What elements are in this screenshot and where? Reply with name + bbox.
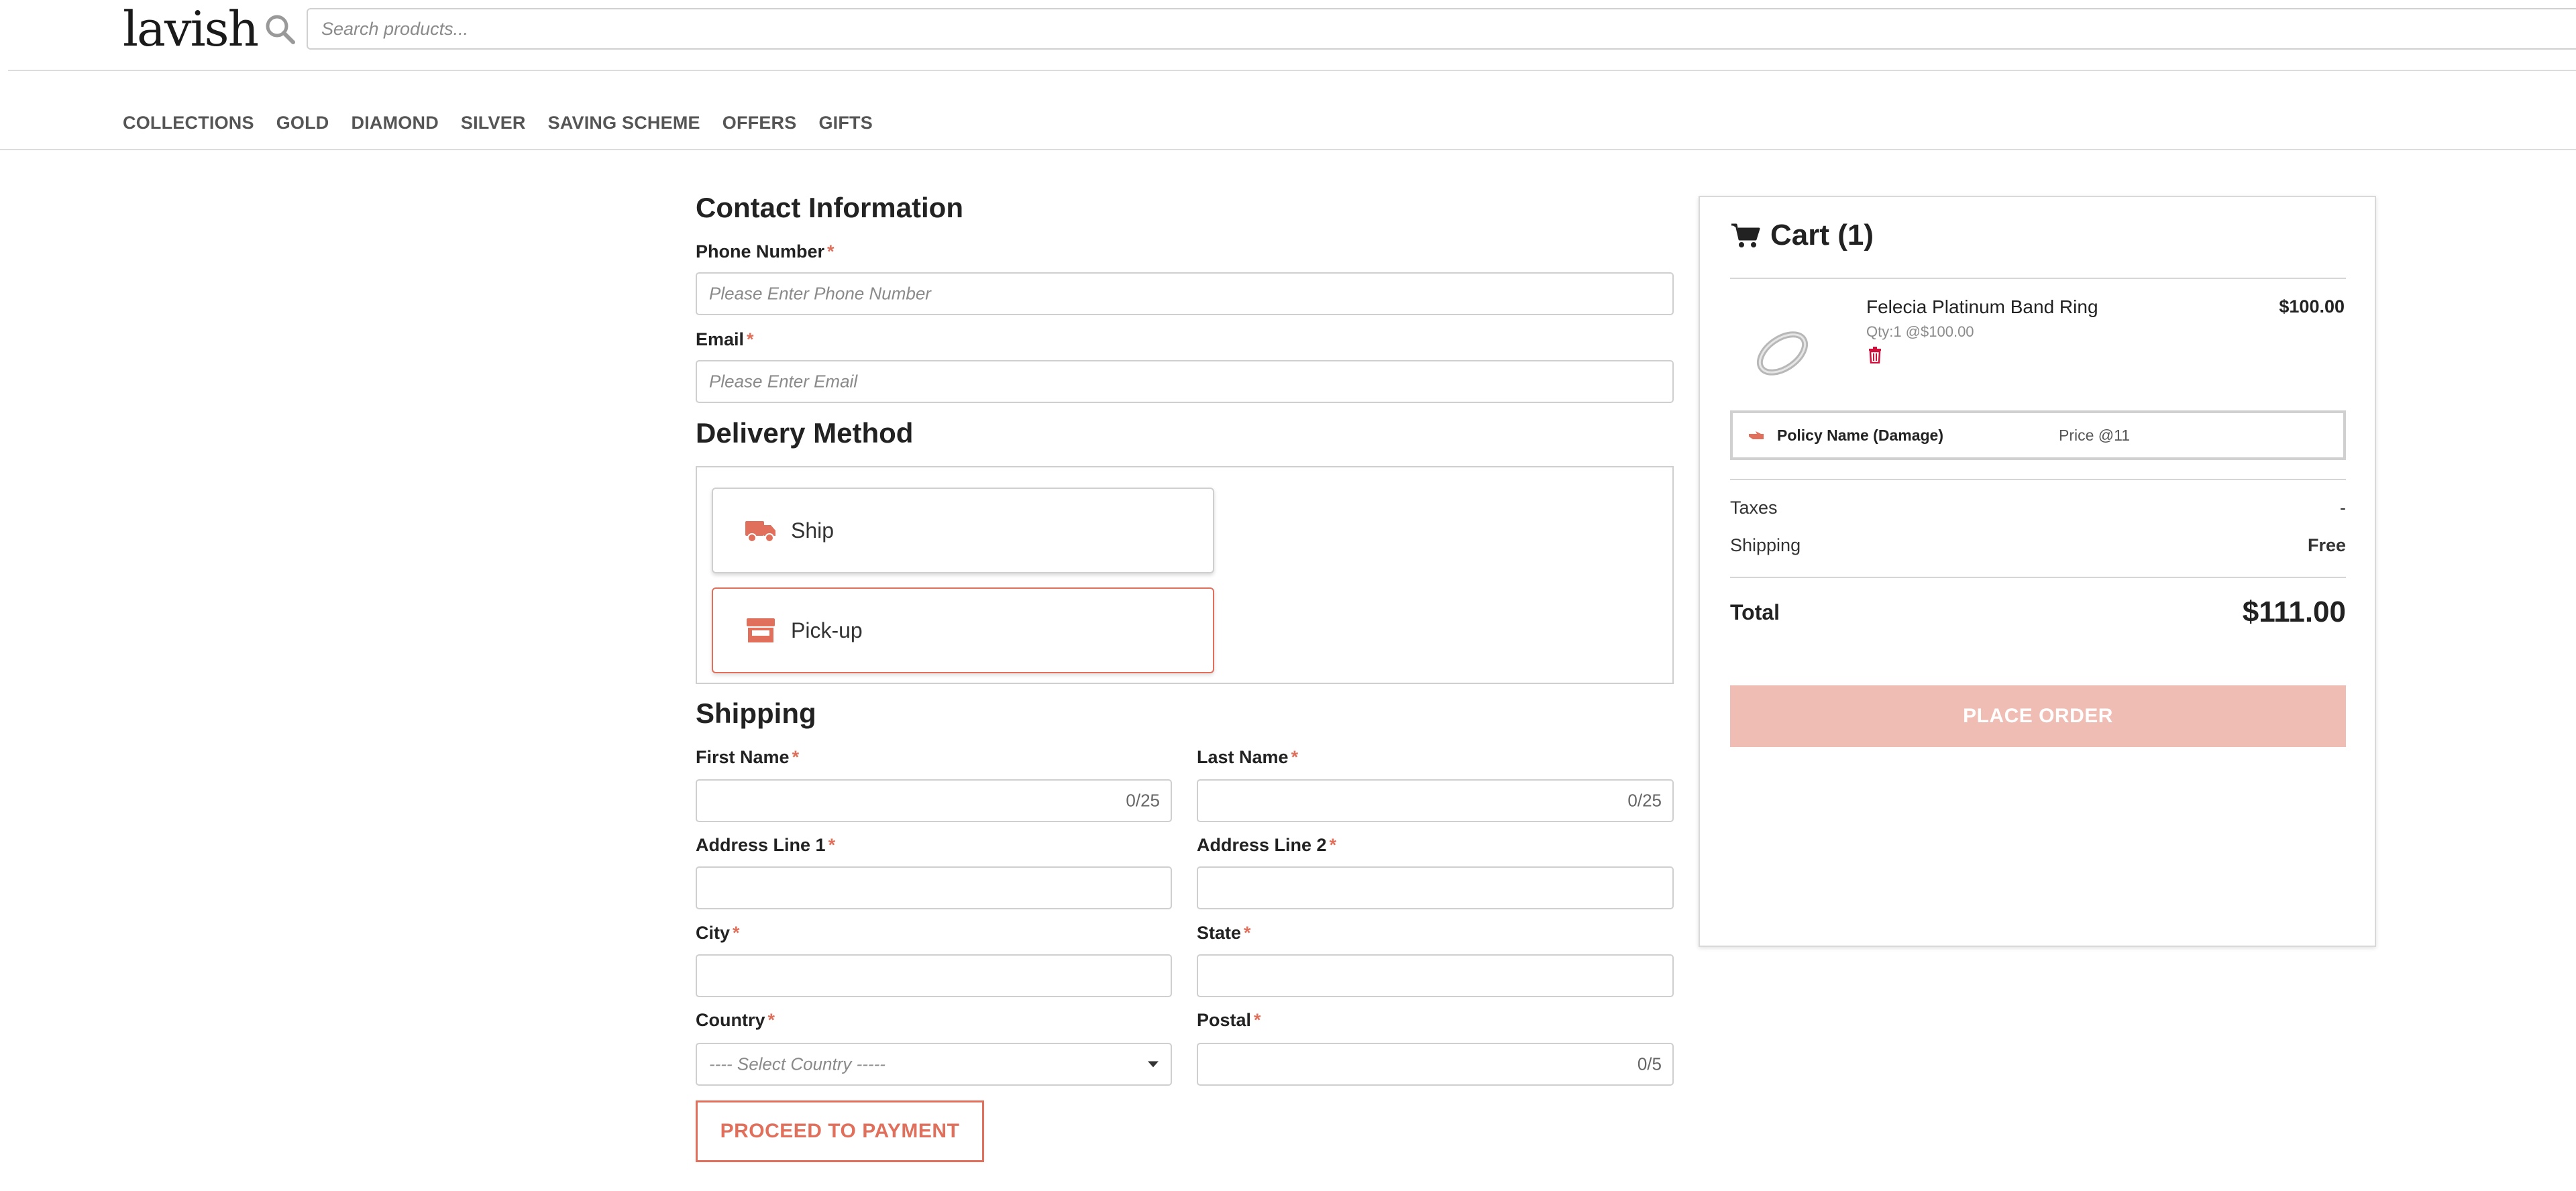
postal-counter: 0/5 [1637,1054,1662,1074]
required-mark: * [828,835,836,855]
required-mark: * [767,1010,775,1030]
first-name-label-text: First Name [696,747,790,767]
cart-icon [1731,223,1760,247]
postal-label-text: Postal [1197,1010,1252,1030]
nav-item-gold[interactable]: GOLD [276,113,329,133]
taxes-value: - [2340,498,2346,518]
address2-label-text: Address Line 2 [1197,835,1327,855]
city-input[interactable] [696,954,1172,997]
cart-divider [1730,577,2346,578]
last-name-label-text: Last Name [1197,747,1289,767]
search-icon[interactable] [263,12,298,47]
nav-item-silver[interactable]: SILVER [461,113,526,133]
ship-label: Ship [791,518,835,543]
phone-label: Phone Number * [696,241,835,262]
postal-input[interactable]: 0/5 [1197,1043,1674,1086]
address1-label-text: Address Line 1 [696,835,826,855]
email-label: Email * [696,329,754,350]
required-mark: * [1244,923,1251,943]
required-mark: * [1291,747,1299,767]
contact-title: Contact Information [696,192,963,223]
nav-divider [0,149,2576,150]
cart-title-text: Cart (1) [1770,219,1874,251]
required-mark: * [1254,1010,1261,1030]
phone-input[interactable]: Please Enter Phone Number [696,272,1674,315]
required-mark: * [747,329,754,349]
shipping-row: Shipping Free [1730,535,2346,556]
truck-icon [745,521,775,543]
first-name-counter: 0/25 [1126,790,1160,811]
required-mark: * [733,923,740,943]
policy-row[interactable]: Policy Name (Damage) Price @11 [1730,410,2346,460]
delivery-option-ship[interactable]: Ship [712,488,1214,573]
state-input[interactable] [1197,954,1674,997]
nav-item-gifts[interactable]: GIFTS [818,113,873,133]
required-mark: * [792,747,800,767]
nav-item-saving-scheme[interactable]: SAVING SCHEME [548,113,700,133]
address2-input[interactable] [1197,866,1674,909]
city-label-text: City [696,923,731,943]
phone-label-text: Phone Number [696,241,825,262]
first-name-input[interactable]: 0/25 [696,779,1172,822]
cart-title: Cart (1) [1730,219,1874,252]
total-row: Total $111.00 [1730,596,2346,629]
chevron-down-icon [1148,1061,1159,1068]
store-icon [747,618,775,642]
policy-name: Policy Name (Damage) [1777,426,1943,444]
cart-panel: Cart (1) Felecia Platinum Band Ring Qty:… [1699,196,2376,947]
required-mark: * [827,241,835,262]
cart-item-price: $100.00 [2279,296,2345,317]
last-name-label: Last Name * [1197,747,1298,768]
cart-divider [1730,278,2346,279]
email-label-text: Email [696,329,745,349]
hand-pointer-icon [1749,431,1764,439]
city-label: City * [696,923,740,944]
email-placeholder: Please Enter Email [709,371,858,392]
total-value: $111.00 [2242,596,2346,628]
country-label: Country * [696,1010,775,1031]
taxes-label: Taxes [1730,498,1778,518]
taxes-row: Taxes - [1730,498,2346,518]
country-label-text: Country [696,1010,765,1030]
policy-price: Price @11 [2059,426,2131,444]
email-input[interactable]: Please Enter Email [696,360,1674,403]
search-box [307,8,2576,50]
country-selected-value: ---- Select Country ----- [709,1054,885,1074]
total-label: Total [1730,600,1780,624]
postal-label: Postal * [1197,1010,1261,1031]
trash-icon[interactable] [1868,346,1882,363]
main-nav: COLLECTIONS GOLD DIAMOND SILVER SAVING S… [123,113,895,133]
shipping-label: Shipping [1730,535,1801,555]
address1-label: Address Line 1 * [696,835,835,856]
address1-input[interactable] [696,866,1172,909]
cart-divider [1730,479,2346,480]
nav-item-collections[interactable]: COLLECTIONS [123,113,254,133]
last-name-counter: 0/25 [1627,790,1662,811]
address2-label: Address Line 2 * [1197,835,1336,856]
required-mark: * [1329,835,1337,855]
header-divider [8,70,2576,71]
first-name-label: First Name * [696,747,799,768]
nav-item-offers[interactable]: OFFERS [722,113,797,133]
delivery-option-pickup[interactable]: Pick-up [712,587,1214,673]
shipping-value: Free [2307,535,2346,555]
country-select[interactable]: ---- Select Country ----- [696,1043,1172,1086]
state-label-text: State [1197,923,1242,943]
ring-product-image[interactable] [1746,315,1819,388]
pickup-label: Pick-up [791,618,863,642]
place-order-button[interactable]: PLACE ORDER [1730,685,2346,747]
brand-logo[interactable]: lavish [123,0,259,60]
state-label: State * [1197,923,1251,944]
search-input[interactable] [308,9,2576,48]
nav-item-diamond[interactable]: DIAMOND [352,113,439,133]
delivery-title: Delivery Method [696,417,914,449]
cart-item-name[interactable]: Felecia Platinum Band Ring [1866,296,2098,318]
proceed-to-payment-button[interactable]: PROCEED TO PAYMENT [696,1100,984,1162]
cart-item-qty: Qty:1 @$100.00 [1866,323,1974,340]
phone-placeholder: Please Enter Phone Number [709,283,931,304]
shipping-title: Shipping [696,697,816,729]
delivery-options: Ship Pick-up [696,466,1674,684]
last-name-input[interactable]: 0/25 [1197,779,1674,822]
